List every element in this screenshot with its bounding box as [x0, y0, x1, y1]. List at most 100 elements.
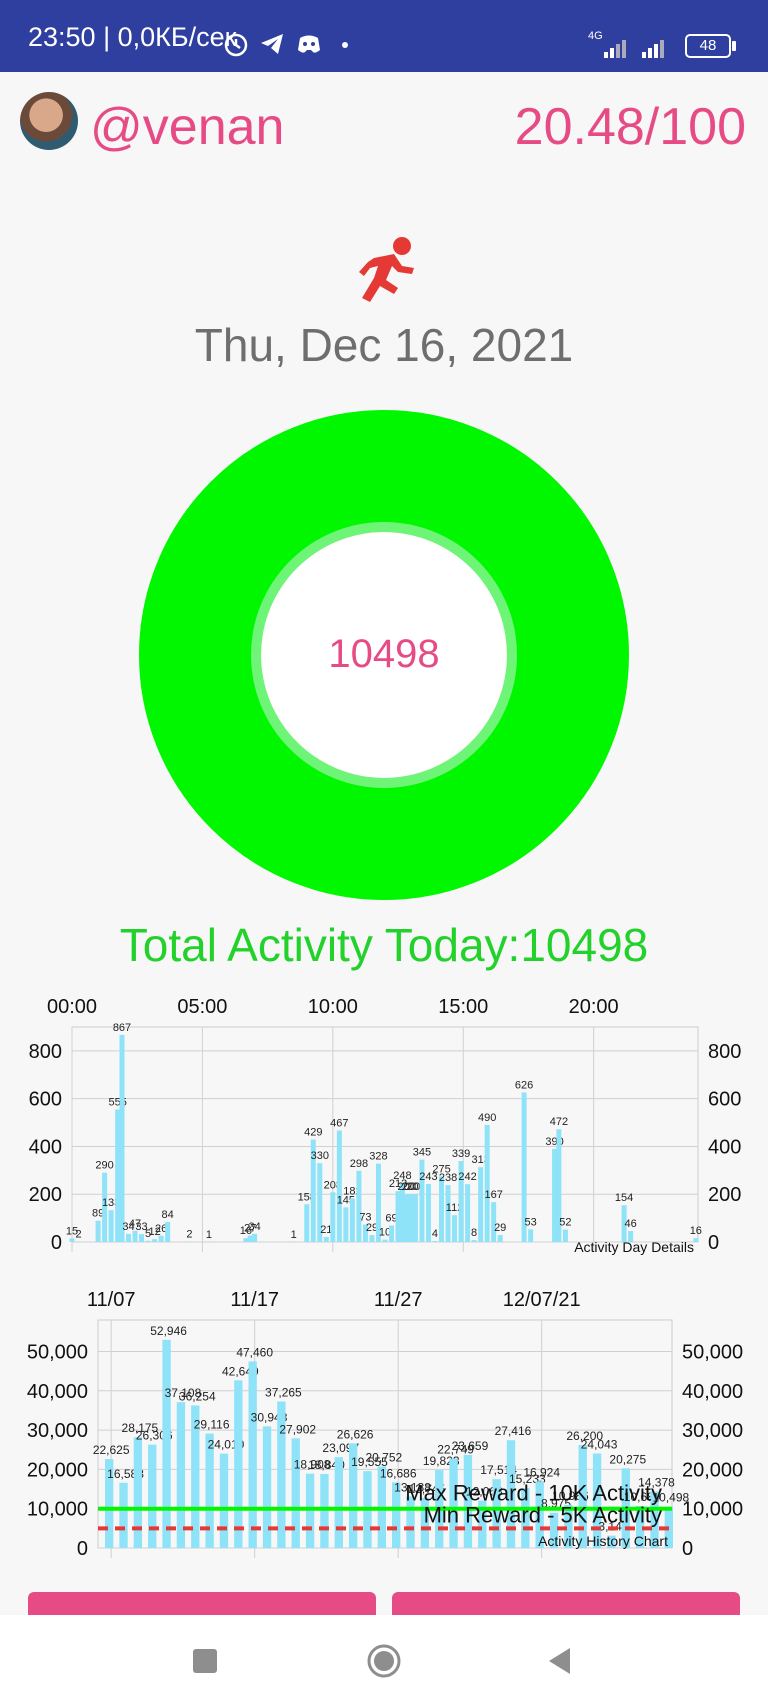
day-bar-label: 339	[452, 1148, 470, 1160]
day-bar	[562, 1229, 568, 1242]
day-bar	[139, 1234, 145, 1242]
current-date: Thu, Dec 16, 2021	[194, 319, 574, 371]
history-bar-label: 29,116	[194, 1418, 230, 1432]
day-bar	[115, 1109, 121, 1242]
day-bar-label: 2	[75, 1229, 81, 1241]
day-bar	[369, 1235, 375, 1242]
day-y-tick-right: 600	[708, 1089, 741, 1111]
day-bar	[389, 1225, 395, 1242]
history-y-tick-left: 50,000	[27, 1341, 88, 1363]
battery-tip	[732, 41, 736, 51]
history-bar	[234, 1380, 243, 1548]
history-bar	[133, 1437, 143, 1548]
donut-value: 10498	[328, 632, 440, 676]
right-action-button[interactable]	[392, 1592, 740, 1616]
day-bar	[95, 1220, 101, 1242]
history-y-tick-left: 20,000	[27, 1459, 88, 1481]
history-bar-label: 16,924	[523, 1465, 560, 1479]
day-bar-label: 1	[291, 1229, 297, 1241]
history-y-tick-left: 30,000	[27, 1420, 88, 1442]
alarm-icon	[224, 33, 248, 57]
history-bar-label: 52,946	[150, 1324, 187, 1338]
day-bar	[382, 1239, 388, 1242]
runner-icon	[359, 237, 414, 302]
history-bar-label: 23,659	[452, 1439, 489, 1453]
day-bar	[471, 1240, 477, 1242]
history-bar	[119, 1482, 128, 1548]
day-bar	[497, 1235, 503, 1242]
day-bar-label: 328	[369, 1151, 387, 1163]
history-bar-label: 36,254	[179, 1389, 216, 1403]
history-y-tick-right: 10,000	[682, 1499, 743, 1521]
day-chart-label: Activity Day Details	[574, 1239, 694, 1255]
day-bar-label: 4	[432, 1228, 438, 1240]
day-bar	[108, 1210, 114, 1242]
day-bar	[145, 1240, 151, 1242]
day-bar	[126, 1233, 132, 1242]
history-y-tick-left: 0	[77, 1538, 88, 1560]
day-bar-label: 467	[330, 1117, 348, 1129]
history-bar-label: 20,752	[365, 1450, 402, 1464]
history-bar-label: 37,265	[265, 1386, 302, 1400]
day-bar-label: 290	[95, 1160, 113, 1172]
history-bar-label: 26,626	[337, 1427, 374, 1441]
day-y-tick-left: 600	[29, 1089, 62, 1111]
day-x-tick: 05:00	[177, 996, 227, 1018]
status-bar: 23:50 | 0,0КБ/сек 4G 48	[0, 0, 768, 72]
total-activity: Total Activity Today:10498	[119, 919, 649, 971]
history-y-tick-right: 20,000	[682, 1459, 743, 1481]
back-icon[interactable]	[546, 1646, 574, 1676]
history-y-tick-left: 40,000	[27, 1381, 88, 1403]
day-bar-label: 2	[186, 1229, 192, 1241]
day-bar	[552, 1148, 558, 1242]
min-reward-label: Min Reward - 5K Activity	[424, 1502, 662, 1527]
day-bar	[336, 1130, 342, 1242]
day-bar	[356, 1170, 362, 1242]
history-bar	[291, 1438, 300, 1548]
day-y-tick-left: 400	[29, 1136, 62, 1158]
day-bar	[404, 1194, 410, 1242]
day-bar	[528, 1229, 534, 1242]
day-bar-label: 298	[350, 1158, 368, 1170]
day-bar	[119, 1034, 125, 1242]
day-y-tick-left: 0	[51, 1232, 62, 1254]
avatar[interactable]	[20, 92, 78, 150]
day-bar	[465, 1184, 471, 1242]
history-bar	[162, 1339, 171, 1548]
day-bar	[412, 1194, 418, 1242]
day-bar	[484, 1124, 490, 1242]
home-icon[interactable]	[366, 1643, 402, 1679]
telegram-icon	[261, 34, 283, 54]
day-x-tick: 20:00	[569, 996, 619, 1018]
history-bar-label: 24,043	[581, 1437, 618, 1451]
history-bar	[219, 1453, 229, 1548]
day-bar-label: 472	[550, 1116, 568, 1128]
history-bar	[248, 1361, 257, 1548]
history-y-tick-right: 50,000	[682, 1341, 743, 1363]
day-bar	[432, 1241, 438, 1242]
day-bar-label: 238	[439, 1172, 457, 1184]
username[interactable]: @venan	[90, 97, 284, 157]
history-bar	[334, 1457, 343, 1548]
battery-icon: 48	[685, 34, 731, 58]
day-bar-label: 1	[206, 1229, 212, 1241]
left-action-button[interactable]	[28, 1592, 376, 1616]
history-x-tick: 11/27	[374, 1289, 423, 1311]
history-x-tick: 11/07	[87, 1289, 136, 1311]
day-bar-label: 16	[690, 1225, 702, 1237]
day-bar-label: 242	[458, 1171, 476, 1183]
day-bar-label: 345	[413, 1147, 431, 1159]
day-bar	[439, 1176, 445, 1242]
history-bar-label: 20,275	[609, 1452, 646, 1466]
history-bar-label: 22,625	[93, 1443, 130, 1457]
status-time: 23:50 | 0,0КБ/сек	[28, 22, 237, 52]
day-bar	[304, 1204, 310, 1242]
history-bar-label: 27,902	[279, 1422, 316, 1436]
recents-icon[interactable]	[193, 1649, 217, 1673]
day-bar	[243, 1238, 249, 1242]
day-bar-label: 53	[525, 1216, 537, 1228]
activity-history-chart: 0 0 10,000 10,000 20,000 20,000 30,000 30,000 40…	[27, 1289, 743, 1560]
day-bar-label: 154	[615, 1192, 633, 1204]
battery-level: 48	[699, 37, 717, 54]
day-bar-label: 46	[624, 1218, 636, 1230]
